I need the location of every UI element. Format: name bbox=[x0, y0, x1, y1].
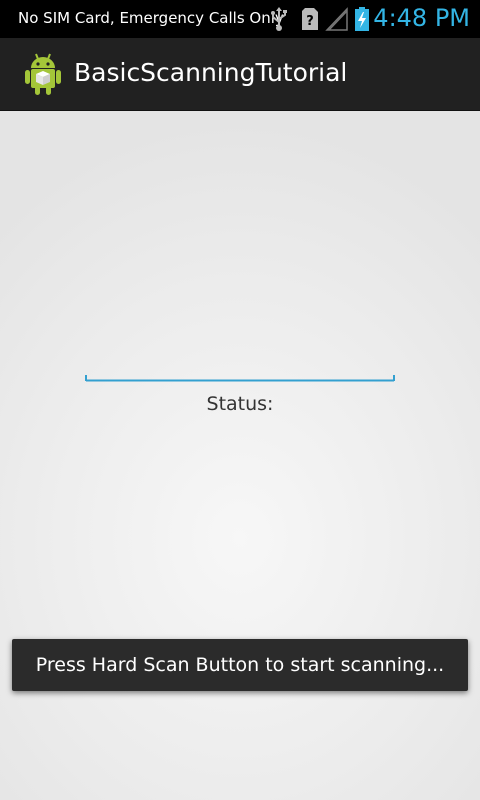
action-bar: BasicScanningTutorial bbox=[0, 38, 480, 111]
status-bar: No SIM Card, Emergency Calls Only ? 4:48… bbox=[0, 0, 480, 38]
android-app-icon[interactable] bbox=[24, 52, 62, 96]
toast: Press Hard Scan Button to start scanning… bbox=[12, 639, 468, 691]
carrier-text: No SIM Card, Emergency Calls Only bbox=[18, 9, 284, 27]
no-sim-icon: ? bbox=[302, 8, 318, 30]
usb-icon bbox=[271, 7, 287, 31]
app-title: BasicScanningTutorial bbox=[74, 58, 348, 87]
clock: 4:48 PM bbox=[373, 4, 470, 32]
toast-message: Press Hard Scan Button to start scanning… bbox=[35, 654, 445, 676]
svg-text:?: ? bbox=[306, 14, 314, 29]
signal-icon bbox=[325, 7, 348, 31]
status-label: Status: bbox=[206, 393, 274, 415]
main-content: Status: Press Hard Scan Button to start … bbox=[0, 111, 480, 800]
barcode-edit-text[interactable] bbox=[85, 366, 395, 382]
battery-charging-icon bbox=[355, 7, 369, 31]
